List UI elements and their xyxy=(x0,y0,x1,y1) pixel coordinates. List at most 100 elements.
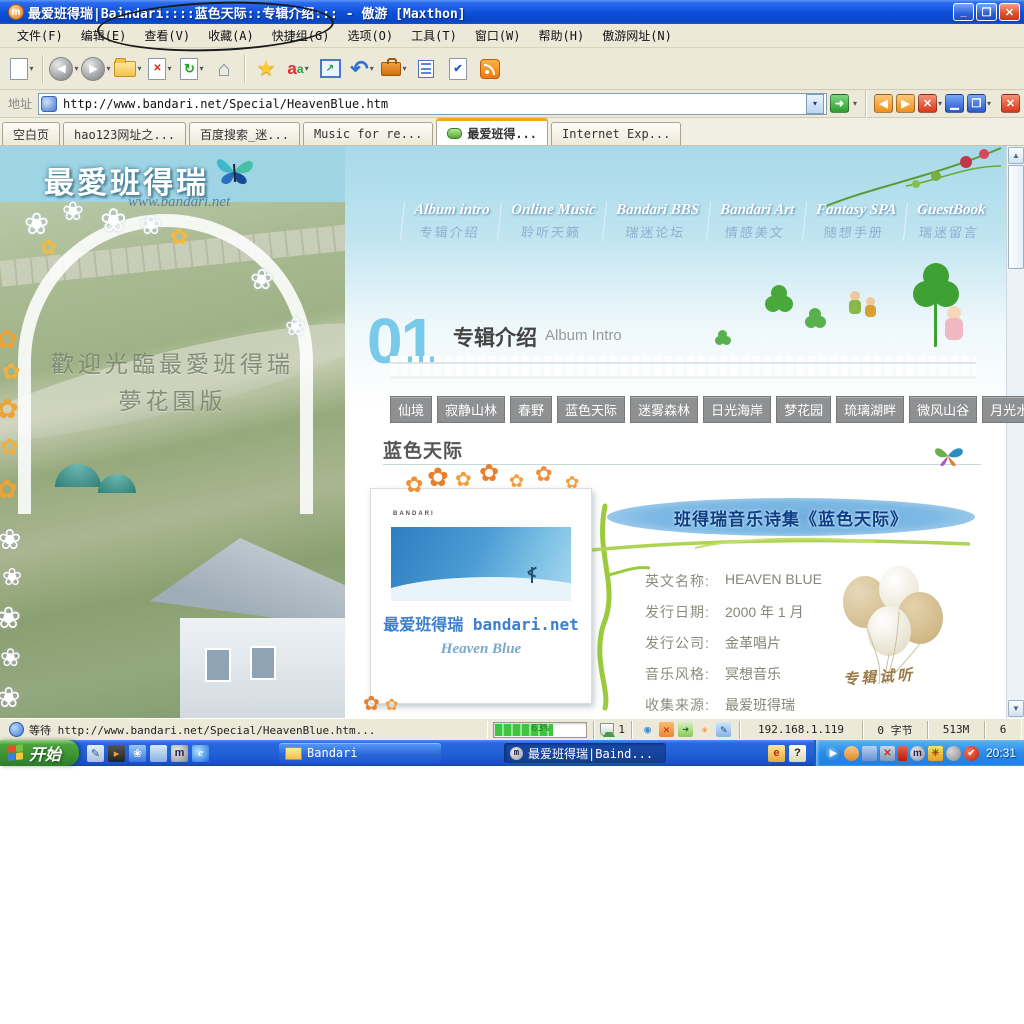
power-manager-icon[interactable]: ✳ xyxy=(927,745,943,761)
home-button[interactable]: ⌂ xyxy=(209,53,239,85)
tab-music-for-re[interactable]: Music for re... xyxy=(302,122,434,145)
maxthon-tray-icon[interactable]: m xyxy=(909,745,925,761)
internet-explorer-icon[interactable]: e xyxy=(192,744,210,762)
back-button[interactable]: ◀ ▾ xyxy=(49,53,79,85)
network-error-icon[interactable]: ✕ xyxy=(879,745,895,761)
rss-button[interactable] xyxy=(475,53,505,85)
vertical-scrollbar[interactable]: ▲ ▼ xyxy=(1006,146,1024,718)
close-tab-caret-icon[interactable]: ▾ xyxy=(938,99,942,108)
menu-view[interactable]: 查看(V) xyxy=(135,24,199,47)
dropdown-caret-icon[interactable]: ▾ xyxy=(370,64,374,73)
dropdown-caret-icon[interactable]: ▾ xyxy=(137,64,141,73)
battery-icon[interactable] xyxy=(897,745,907,761)
pet-assistant-icon[interactable] xyxy=(843,745,859,761)
album-tab-lansetianji[interactable]: 蓝色天际 xyxy=(557,396,626,423)
minimize-button[interactable]: _ xyxy=(953,3,974,21)
dropdown-caret-icon[interactable]: ▾ xyxy=(74,64,78,73)
close-tab-button[interactable]: ✕ xyxy=(917,94,937,113)
tab-baidu-search[interactable]: 百度搜索_迷... xyxy=(189,122,300,145)
auto-refresh-icon[interactable]: ➜ xyxy=(678,722,693,737)
menu-tools[interactable]: 工具(T) xyxy=(402,24,466,47)
album-tab-yueguangshuian[interactable]: 月光水岸 xyxy=(982,396,1024,423)
tab-back-button[interactable]: ◀ xyxy=(873,94,893,113)
nav-guestbook[interactable]: GuestBook 瑞迷留言 xyxy=(902,202,997,241)
nav-album-intro[interactable]: Album intro 专辑介绍 xyxy=(400,202,501,241)
menu-edit[interactable]: 编辑(E) xyxy=(72,24,136,47)
update-arrow-icon[interactable]: ▶ xyxy=(825,745,841,761)
scroll-up-button[interactable]: ▲ xyxy=(1008,147,1024,164)
new-tab-button[interactable]: ▾ xyxy=(7,53,37,85)
proxy-icon[interactable]: ◉ xyxy=(640,722,655,737)
album-tab-xianjing[interactable]: 仙境 xyxy=(390,396,433,423)
album-tab-chunye[interactable]: 春野 xyxy=(510,396,553,423)
network-icon[interactable] xyxy=(861,745,877,761)
taskbar-clock[interactable]: 20:31 xyxy=(986,746,1016,760)
site-domain[interactable]: www.bandari.net xyxy=(128,194,230,211)
album-tab-jijingshanlin[interactable]: 寂静山林 xyxy=(437,396,506,423)
dropdown-caret-icon[interactable]: ▾ xyxy=(29,64,33,73)
nav-bandari-bbs[interactable]: Bandari BBS 瑞迷论坛 xyxy=(602,202,711,241)
note-check-button[interactable]: ✔ xyxy=(443,53,473,85)
nav-online-music[interactable]: Online Music 聆听天籁 xyxy=(496,202,607,241)
forward-button[interactable]: ▶ ▾ xyxy=(81,53,111,85)
messenger-icon[interactable]: ❀ xyxy=(129,744,147,762)
album-tab-weifengshangu[interactable]: 微风山谷 xyxy=(909,396,978,423)
restore-button[interactable]: ❐ xyxy=(976,3,997,21)
album-tab-liulihupan[interactable]: 琉璃湖畔 xyxy=(836,396,905,423)
address-input[interactable] xyxy=(61,95,806,112)
tab-hao123[interactable]: hao123网址之... xyxy=(63,122,187,145)
open-folder-button[interactable]: ▾ xyxy=(113,53,143,85)
refresh-button[interactable]: ↻ ▾ xyxy=(177,53,207,85)
tab-bandari-active[interactable]: 最爱班得... xyxy=(436,118,549,145)
stop-button[interactable]: ✕ ▾ xyxy=(145,53,175,85)
dropdown-caret-icon[interactable]: ▾ xyxy=(199,64,203,73)
album-tab-menghuayuan[interactable]: 梦花园 xyxy=(776,396,832,423)
tab-internet-explorer[interactable]: Internet Exp... xyxy=(551,122,682,145)
media-player-icon[interactable]: ▸ xyxy=(108,744,126,762)
block-content-icon[interactable]: ✕ xyxy=(659,722,674,737)
restore-tab-caret-icon[interactable]: ▾ xyxy=(987,99,991,108)
nav-bandari-art[interactable]: Bandari Art 情感美文 xyxy=(706,202,806,241)
scrollbar-thumb[interactable] xyxy=(1008,165,1024,269)
show-desktop-icon[interactable]: ✎ xyxy=(87,744,105,762)
address-dropdown-button[interactable]: ▾ xyxy=(805,93,824,114)
task-bandari-folder[interactable]: Bandari xyxy=(279,743,442,763)
album-tab-miwusenlin[interactable]: 迷雾森林 xyxy=(630,396,699,423)
dropdown-caret-icon[interactable]: ▾ xyxy=(402,64,406,73)
menu-file[interactable]: 文件(F) xyxy=(8,24,72,47)
menu-help[interactable]: 帮助(H) xyxy=(530,24,594,47)
go-caret-icon[interactable]: ▾ xyxy=(853,99,857,108)
go-button[interactable]: ➜ xyxy=(829,94,849,113)
volume-icon[interactable] xyxy=(945,745,961,761)
task-maxthon-window[interactable]: m 最爱班得瑞|Baind... xyxy=(504,743,667,763)
dropdown-caret-icon[interactable]: ▾ xyxy=(106,64,110,73)
dropdown-caret-icon[interactable]: ▾ xyxy=(305,64,309,73)
edit-note-icon[interactable]: ✎ xyxy=(716,722,731,737)
start-button[interactable]: 开始 xyxy=(0,740,80,766)
dropdown-caret-icon[interactable]: ▾ xyxy=(167,64,171,73)
album-tab-riguanghaian[interactable]: 日光海岸 xyxy=(703,396,772,423)
font-groups-button[interactable]: a a ▾ xyxy=(283,53,313,85)
album-cover[interactable]: BANDARI 最爱班得瑞 bandari.net Heaven Blue xyxy=(370,488,592,704)
menu-favorites[interactable]: 收藏(A) xyxy=(199,24,263,47)
menu-options[interactable]: 选项(O) xyxy=(338,24,402,47)
close-all-button[interactable]: ✕ xyxy=(1001,94,1020,113)
tab-blank-page[interactable]: 空白页 xyxy=(2,122,61,145)
tools-button[interactable]: ▾ xyxy=(379,53,409,85)
help-tray-icon[interactable]: ? xyxy=(788,744,806,762)
minimize-tab-button[interactable]: ▁ xyxy=(944,94,964,113)
antivirus-shield-icon[interactable]: ✔ xyxy=(963,745,979,761)
plugin-icon[interactable]: ✳ xyxy=(697,722,712,737)
menu-maxthon-urls[interactable]: 傲游网址(N) xyxy=(593,24,681,47)
restore-tab-button[interactable]: ❐ xyxy=(966,94,986,113)
menu-groups[interactable]: 快捷组(G) xyxy=(263,24,339,47)
tab-forward-button[interactable]: ▶ xyxy=(895,94,915,113)
form-list-button[interactable] xyxy=(411,53,441,85)
resize-window-button[interactable]: ↗ xyxy=(315,53,345,85)
undo-button[interactable]: ↶ ▾ xyxy=(347,53,377,85)
close-button[interactable]: ✕ xyxy=(999,3,1020,21)
notepad-icon[interactable] xyxy=(150,744,168,762)
nav-fantasy-spa[interactable]: Fantasy SPA 随想手册 xyxy=(801,202,907,241)
kingsoft-icon[interactable]: e xyxy=(767,744,785,762)
scroll-down-button[interactable]: ▼ xyxy=(1008,700,1024,717)
